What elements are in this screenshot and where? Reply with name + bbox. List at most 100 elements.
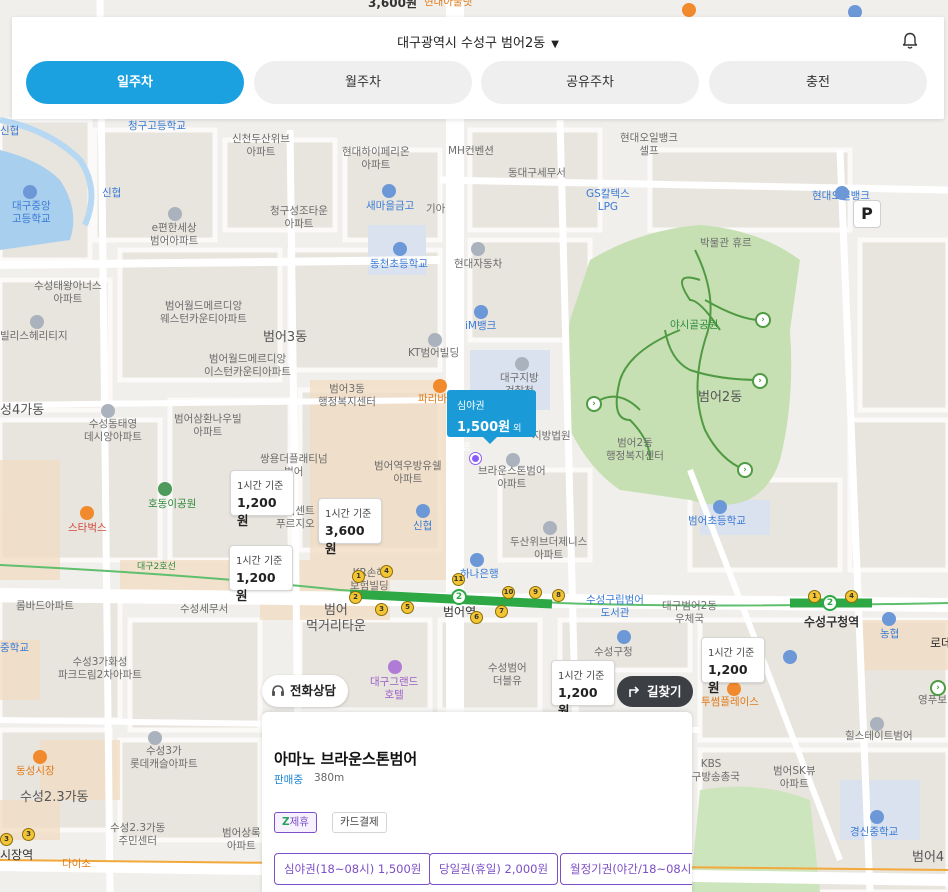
trail-marker-icon: › — [586, 396, 602, 412]
map-label-suseong-gu-office: 수성구립범어 도서관 — [586, 594, 644, 620]
building-icon — [870, 717, 884, 731]
bank-icon — [382, 184, 396, 198]
map-label-hyundai-outlet: 현대아울렛 — [424, 0, 473, 8]
court-icon — [515, 357, 529, 371]
map-label-sinheop2: 신협 — [102, 187, 122, 199]
directions-label: 길찾기 — [647, 684, 682, 699]
map-label-billis: 빌리스헤리티지 — [0, 330, 68, 342]
ticket-option[interactable]: 월정기권(야간/18~08시) — [560, 853, 692, 885]
map-label-sijangyeok: 시장역 — [0, 848, 34, 862]
parking-detail-panel[interactable]: 아마노 브라운스톤범어 판매중 380m Z제휴 카드결제 심야권(18~08시… — [262, 712, 692, 892]
school-icon — [23, 185, 37, 199]
price-marker[interactable]: 1시간 기준 3,600원 — [318, 498, 382, 556]
tab-shared-parking[interactable]: 공유주차 — [481, 61, 699, 104]
suseonggu-station-icon[interactable]: 2 — [822, 595, 838, 611]
selected-price-marker-type: 심야권 — [457, 401, 485, 412]
bank-icon — [783, 650, 797, 664]
ticket-option[interactable]: 심야권(18~08시) 1,500원 — [274, 853, 432, 885]
map-label-saemaeul: 새마을금고 — [366, 200, 415, 212]
bank-icon — [416, 504, 430, 518]
subway-exit-4b: 4 — [845, 590, 858, 603]
map-label-top-price: 3,600원 — [368, 0, 417, 10]
map-label-gs-caltex: GS칼텍스 LPG — [586, 188, 630, 214]
map-label-sinheop3: 신협 — [413, 520, 433, 532]
parking-marker[interactable]: P — [853, 200, 881, 228]
car-icon — [471, 242, 485, 256]
subway-exit-3c: 3 — [22, 828, 35, 841]
bakery-icon — [433, 379, 447, 393]
price-marker[interactable]: 1시간 기준 1,200원 — [230, 470, 294, 528]
map-label-court: 지방법원 — [532, 430, 571, 442]
office-icon — [617, 630, 631, 644]
directions-button[interactable]: 길찾기 — [617, 676, 693, 707]
chevron-down-icon: ▼ — [551, 39, 559, 50]
bell-icon[interactable] — [900, 31, 920, 51]
subway-exit-5: 5 — [401, 601, 414, 614]
ticket-option[interactable]: 당일권(휴일) 2,000원 — [429, 853, 559, 885]
tab-charging[interactable]: 충전 — [709, 61, 927, 104]
building-icon — [148, 731, 162, 745]
map-label-welfare3: 범어3동 행정복지센터 — [318, 383, 376, 409]
building-icon — [30, 315, 44, 329]
map-label-yasi-park: 야시골공원 — [670, 319, 719, 331]
subway-exit-7: 7 — [495, 605, 508, 618]
map-label-beomeo4: 범어4 — [912, 850, 945, 865]
map-label-beomeo-samhwan: 범어삼환나우빌 아파트 — [174, 413, 242, 439]
building-icon — [543, 521, 557, 535]
map-label-hillstate: 힐스테이트범어 — [845, 730, 913, 742]
trail-marker-icon: › — [930, 680, 946, 696]
subway-exit-1b: 1 — [808, 590, 821, 603]
map-label-hyundai-oil-self: 현대오일뱅크 셀프 — [620, 132, 678, 158]
price-marker-basis: 1시간 기준 — [325, 509, 372, 520]
subway-exit-10: 10 — [502, 586, 515, 599]
map-label-suseong23-center: 수성2.3가동 주민센터 — [110, 822, 166, 848]
map-label-rombudo: 롬바드아파트 — [16, 600, 74, 612]
phone-consult-label: 전화상담 — [290, 683, 337, 698]
map-label-suseong3-lotte: 수성3가 롯데캐슬아파트 — [130, 745, 198, 771]
phone-consult-button[interactable]: 전화상담 — [262, 675, 348, 707]
location-selector[interactable]: 대구광역시 수성구 범어2동 ▼ — [12, 32, 944, 51]
beomeo-station-icon[interactable]: 2 — [451, 589, 467, 605]
bank-icon — [882, 612, 896, 626]
price-marker-basis: 1시간 기준 — [708, 648, 755, 659]
subway-exit-4: 4 — [380, 565, 393, 578]
building-icon — [168, 207, 182, 221]
trail-marker-icon: › — [752, 373, 768, 389]
price-marker[interactable]: 1시간 기준 1,200원 — [701, 637, 765, 695]
selected-price-marker[interactable]: 심야권 1,500원 외 1종 — [447, 390, 536, 453]
map-label-suseong-office: 수성구청 — [594, 646, 633, 658]
map-label-hyundai-car: 현대자동차 — [454, 258, 503, 270]
map-label-beomeo-mukgeori: 범어 먹거리타운 — [306, 603, 366, 635]
map-label-daegu-mid-left: 중학교 — [0, 642, 29, 654]
tab-daily-parking[interactable]: 일주차 — [26, 61, 244, 104]
price-marker[interactable]: 1시간 기준 1,200원 — [229, 545, 293, 603]
map-label-beomeo3: 범어3동 — [263, 330, 308, 345]
subway-exit-2: 2 — [349, 591, 362, 604]
map-label-brownstone-map: 브라운스톤범어 아파트 — [478, 465, 546, 491]
bank-icon — [474, 305, 488, 319]
map-label-daiso: 다이소 — [62, 858, 91, 870]
subway-exit-11: 11 — [452, 573, 465, 586]
top-bar: 대구광역시 수성구 범어2동 ▼ 일주차 월주차 공유주차 충전 — [12, 17, 944, 119]
map-label-suseong3-paragon: 수성3가화성 파크드림2차아파트 — [58, 656, 142, 682]
price-marker[interactable]: 1시간 기준 1,200원 — [551, 660, 615, 718]
price-marker-value: 1,200원 — [237, 495, 277, 528]
map-label-ibank: iM뱅크 — [465, 320, 497, 332]
map-label-daegu2ho: 대구2호선 — [137, 562, 176, 572]
distance-text: 380m — [314, 772, 345, 784]
map-label-sinheop-left: 신협 — [0, 125, 20, 137]
map-label-suseong-taeyoung: 수성동태영 데시앙아파트 — [84, 418, 142, 444]
subway-exit-8: 8 — [552, 589, 565, 602]
map-label-beomeo-elem: 범어초등학교 — [688, 515, 746, 527]
map-label-sincheon-apt: 신천두산위브 아파트 — [232, 133, 290, 159]
map-label-starbucks: 스타벅스 — [68, 522, 107, 534]
subway-exit-9: 9 — [529, 586, 542, 599]
route-arrow-icon — [629, 686, 640, 697]
subway-exit-c: 3 — [0, 833, 13, 846]
map-label-beomeo2-center: 범어2동 행정복지센터 — [606, 437, 664, 463]
map-label-dongseong-market: 동성시장 — [16, 765, 55, 777]
tab-monthly-parking[interactable]: 월주차 — [254, 61, 472, 104]
park-icon — [158, 482, 172, 496]
map-label-dusan-we: 두산위브더제니스 아파트 — [510, 536, 588, 562]
map-label-gyeongsin: 경신중학교 — [850, 826, 899, 838]
